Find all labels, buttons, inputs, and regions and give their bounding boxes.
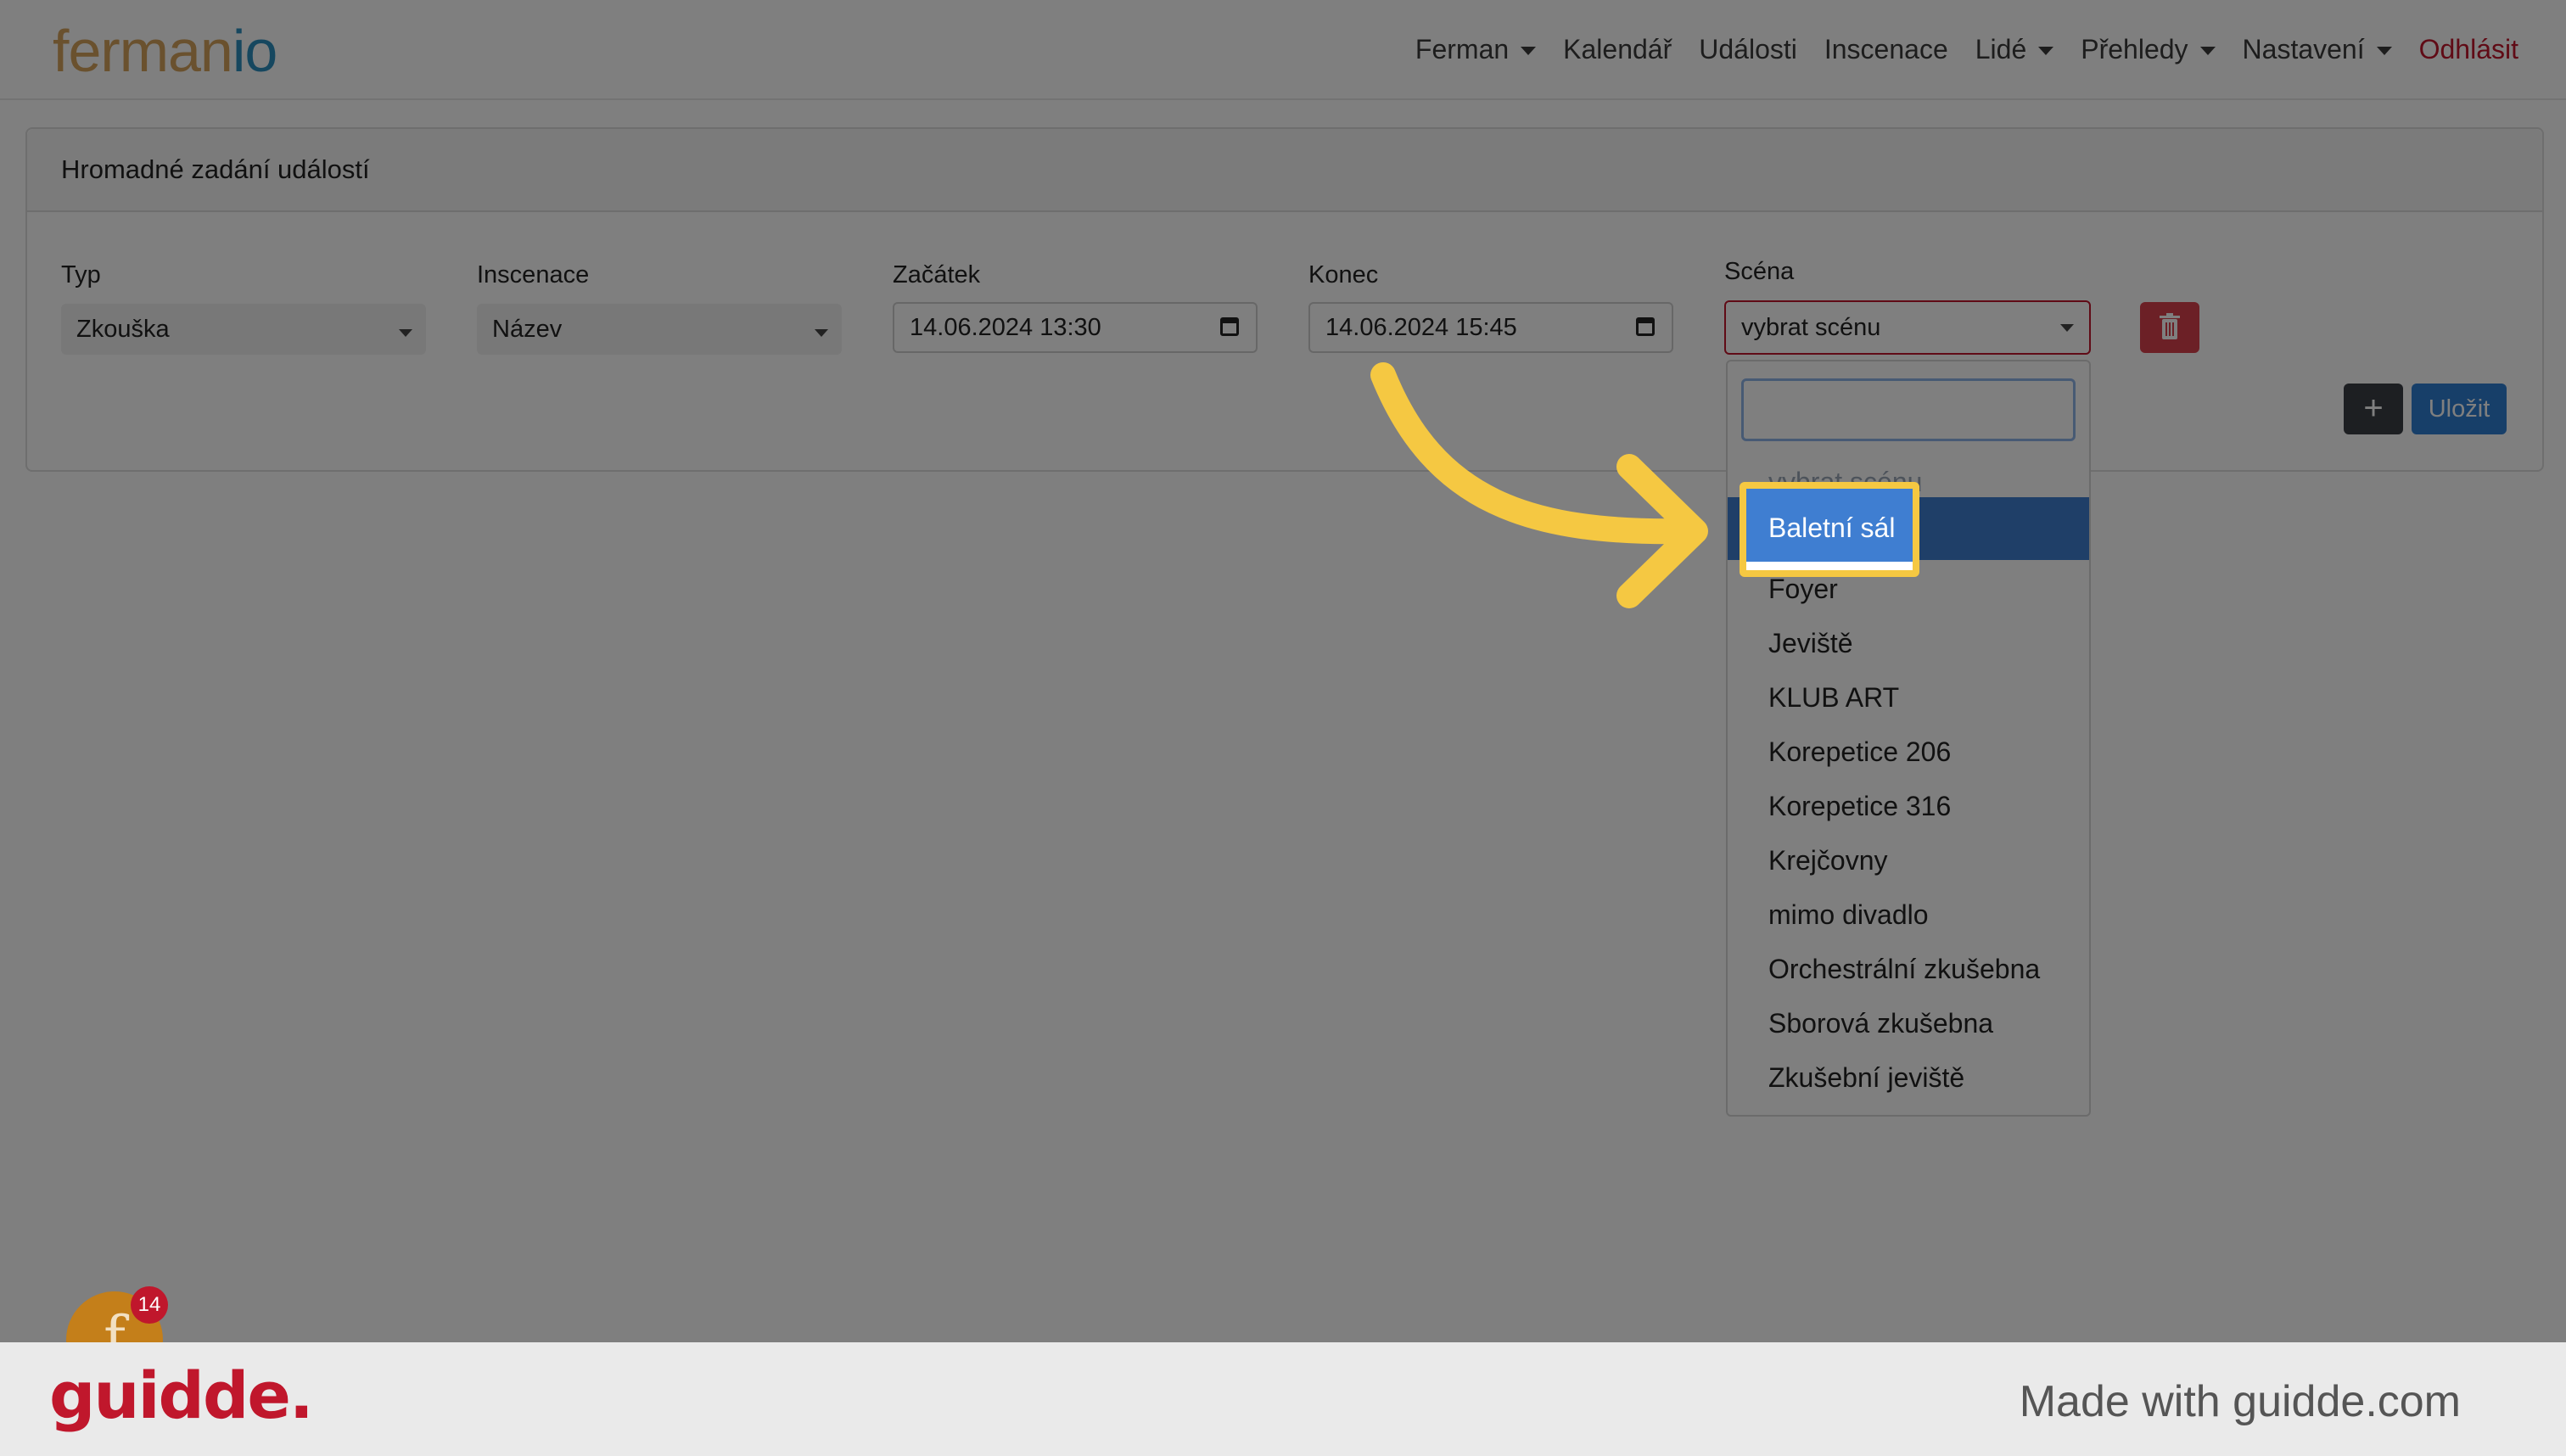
trash-icon bbox=[2160, 313, 2180, 339]
highlight-underline bbox=[1746, 562, 1913, 570]
scena-label: Scéna bbox=[1724, 258, 1795, 285]
brand-logo[interactable]: fermanio bbox=[53, 17, 277, 85]
card-header bbox=[27, 129, 2542, 212]
zacatek-input[interactable]: 14.06.2024 13:30 bbox=[893, 302, 1258, 353]
notification-badge: 14 bbox=[131, 1286, 168, 1324]
scene-dropdown: vybrat scénu Baletní sál Foyer Jeviště K… bbox=[1726, 360, 2091, 1117]
add-row-button[interactable]: + bbox=[2344, 384, 2403, 434]
delete-row-button[interactable] bbox=[2140, 302, 2199, 353]
nav-inscenace[interactable]: Inscenace bbox=[1824, 29, 1948, 70]
highlighted-option-label: Baletní sál bbox=[1768, 512, 1896, 543]
dropdown-option[interactable]: Korepetice 206 bbox=[1728, 725, 2089, 779]
logout-link[interactable]: Odhlásit bbox=[2419, 29, 2518, 70]
typ-label: Typ bbox=[61, 261, 101, 288]
pointer-arrow-icon bbox=[1370, 362, 1708, 608]
scena-select[interactable]: vybrat scénu bbox=[1724, 300, 2091, 355]
konec-label: Konec bbox=[1308, 261, 1379, 288]
konec-input[interactable]: 14.06.2024 15:45 bbox=[1308, 302, 1673, 353]
app-page: fermanio Ferman Kalendář Události Inscen… bbox=[0, 0, 2566, 1342]
chevron-down-icon bbox=[2060, 324, 2074, 332]
dropdown-search-input[interactable] bbox=[1741, 378, 2076, 441]
nav-kalendar[interactable]: Kalendář bbox=[1563, 29, 1672, 70]
dropdown-option[interactable]: Krejčovny bbox=[1728, 833, 2089, 888]
navbar: fermanio Ferman Kalendář Události Inscen… bbox=[0, 0, 2566, 100]
inscenace-label: Inscenace bbox=[477, 261, 590, 288]
chevron-down-icon bbox=[1521, 47, 1537, 55]
card-title: Hromadné zadání událostí bbox=[61, 154, 370, 184]
nav-ferman[interactable]: Ferman bbox=[1415, 29, 1537, 70]
made-with-text: Made with guidde.com bbox=[2019, 1377, 2461, 1426]
guidde-logo: guidde. bbox=[49, 1358, 314, 1433]
chevron-down-icon bbox=[815, 329, 828, 337]
chevron-down-icon bbox=[2376, 47, 2392, 55]
bulk-events-card: Hromadné zadání událostí bbox=[25, 127, 2544, 472]
zacatek-label: Začátek bbox=[893, 261, 981, 288]
calendar-icon[interactable] bbox=[1636, 317, 1655, 336]
dropdown-option[interactable]: Sborová zkušebna bbox=[1728, 996, 2089, 1050]
inscenace-select[interactable]: Název bbox=[477, 304, 842, 355]
chevron-down-icon bbox=[399, 329, 412, 337]
chevron-down-icon bbox=[2199, 47, 2216, 55]
dropdown-option[interactable]: KLUB ART bbox=[1728, 670, 2089, 725]
nav-udalosti[interactable]: Události bbox=[1699, 29, 1797, 70]
dropdown-option[interactable]: mimo divadlo bbox=[1728, 888, 2089, 942]
main-nav: Ferman Kalendář Události Inscenace Lidé … bbox=[1415, 29, 2518, 70]
dropdown-option[interactable]: Korepetice 316 bbox=[1728, 779, 2089, 833]
chevron-down-icon bbox=[2038, 47, 2054, 55]
calendar-icon[interactable] bbox=[1220, 317, 1239, 336]
nav-prehledy[interactable]: Přehledy bbox=[2081, 29, 2216, 70]
nav-lide[interactable]: Lidé bbox=[1975, 29, 2054, 70]
dropdown-option[interactable]: Zkušební jeviště bbox=[1728, 1050, 2089, 1105]
save-button[interactable]: Uložit bbox=[2412, 384, 2507, 434]
nav-nastaveni[interactable]: Nastavení bbox=[2243, 29, 2392, 70]
guidde-footer: guidde. Made with guidde.com bbox=[0, 1342, 2566, 1456]
typ-select[interactable]: Zkouška bbox=[61, 304, 426, 355]
dropdown-option[interactable]: Jeviště bbox=[1728, 616, 2089, 670]
dropdown-option[interactable]: Orchestrální zkušebna bbox=[1728, 942, 2089, 996]
